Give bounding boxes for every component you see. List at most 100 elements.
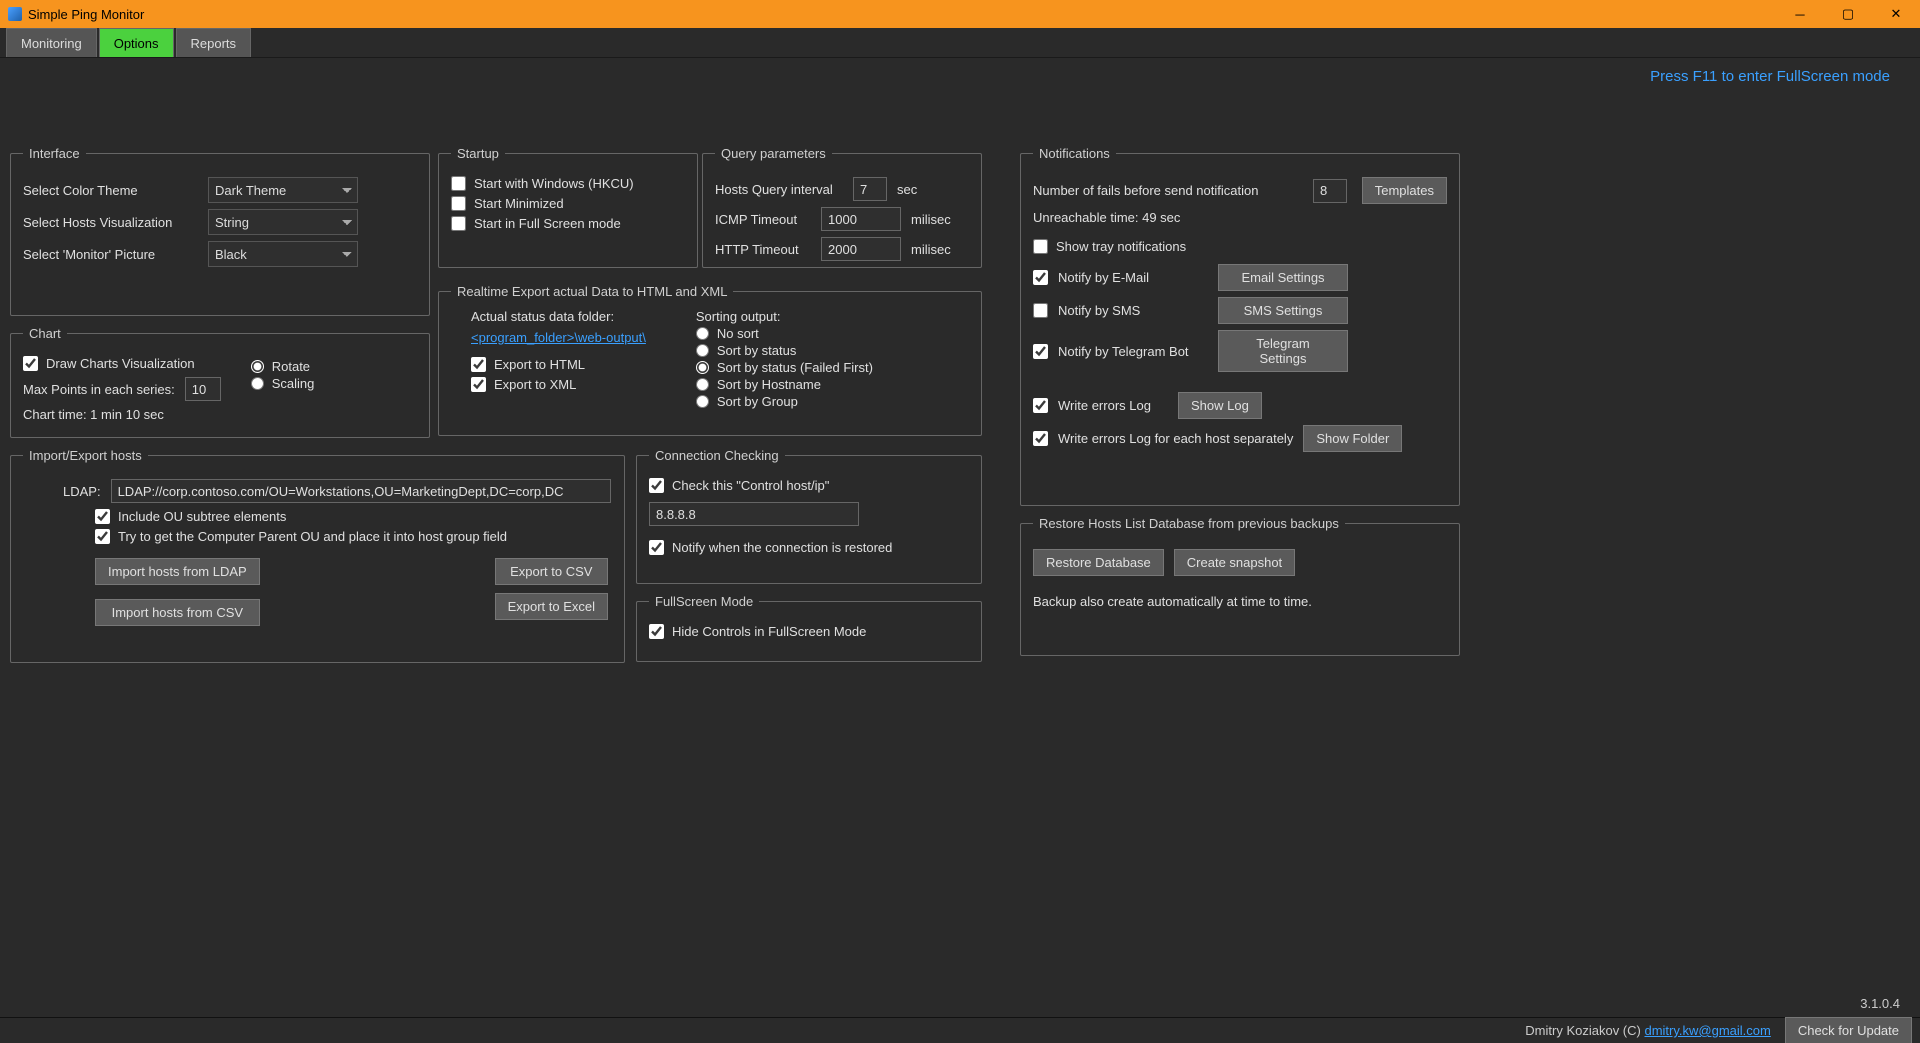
query-interval-input[interactable] <box>853 177 887 201</box>
fails-input[interactable] <box>1313 179 1347 203</box>
templates-button[interactable]: Templates <box>1362 177 1447 204</box>
telegram-label: Notify by Telegram Bot <box>1058 344 1208 359</box>
start-minimized-checkbox[interactable] <box>451 196 466 211</box>
minimize-button[interactable]: ─ <box>1780 3 1820 25</box>
export-html-checkbox[interactable] <box>471 357 486 372</box>
telegram-checkbox[interactable] <box>1033 344 1048 359</box>
start-minimized-label: Start Minimized <box>474 196 564 211</box>
import-ldap-button[interactable]: Import hosts from LDAP <box>95 558 260 585</box>
export-html-label: Export to HTML <box>494 357 585 372</box>
start-fullscreen-checkbox[interactable] <box>451 216 466 231</box>
export-excel-button[interactable]: Export to Excel <box>495 593 608 620</box>
sort-group-radio[interactable] <box>696 395 709 408</box>
maxpoints-label: Max Points in each series: <box>23 382 175 397</box>
create-snapshot-button[interactable]: Create snapshot <box>1174 549 1295 576</box>
start-windows-label: Start with Windows (HKCU) <box>474 176 634 191</box>
log-checkbox[interactable] <box>1033 398 1048 413</box>
realtime-legend: Realtime Export actual Data to HTML and … <box>451 284 733 299</box>
close-button[interactable]: ✕ <box>1876 3 1916 25</box>
query-interval-label: Hosts Query interval <box>715 182 843 197</box>
show-log-button[interactable]: Show Log <box>1178 392 1262 419</box>
log-label: Write errors Log <box>1058 398 1168 413</box>
hosts-visualization-select[interactable]: String <box>208 209 358 235</box>
icmp-unit: milisec <box>911 212 951 227</box>
startup-group: Startup Start with Windows (HKCU) Start … <box>438 146 698 268</box>
color-theme-select[interactable]: Dark Theme <box>208 177 358 203</box>
maximize-button[interactable]: ▢ <box>1828 3 1868 25</box>
hide-controls-checkbox[interactable] <box>649 624 664 639</box>
tab-options[interactable]: Options <box>99 28 174 57</box>
query-params-group: Query parameters Hosts Query interval sec… <box>702 146 982 268</box>
import-export-group: Import/Export hosts LDAP: Include OU sub… <box>10 448 625 663</box>
chart-legend: Chart <box>23 326 67 341</box>
actual-folder-label: Actual status data folder: <box>471 309 646 324</box>
try-parent-checkbox[interactable] <box>95 529 110 544</box>
rotate-radio[interactable] <box>251 360 264 373</box>
unreachable-label: Unreachable time: 49 sec <box>1033 210 1447 225</box>
start-windows-checkbox[interactable] <box>451 176 466 191</box>
sms-label: Notify by SMS <box>1058 303 1208 318</box>
chart-time-label: Chart time: 1 min 10 sec <box>23 407 221 422</box>
sort-failed-radio[interactable] <box>696 361 709 374</box>
notify-restore-checkbox[interactable] <box>649 540 664 555</box>
interface-legend: Interface <box>23 146 86 161</box>
sort-status-radio[interactable] <box>696 344 709 357</box>
import-csv-button[interactable]: Import hosts from CSV <box>95 599 260 626</box>
sms-checkbox[interactable] <box>1033 303 1048 318</box>
export-xml-checkbox[interactable] <box>471 377 486 392</box>
scaling-radio[interactable] <box>251 377 264 390</box>
fullscreen-legend: FullScreen Mode <box>649 594 759 609</box>
control-host-input[interactable] <box>649 502 859 526</box>
check-update-button[interactable]: Check for Update <box>1785 1017 1912 1043</box>
email-settings-button[interactable]: Email Settings <box>1218 264 1348 291</box>
sorting-label: Sorting output: <box>696 309 873 324</box>
http-input[interactable] <box>821 237 901 261</box>
author-email-link[interactable]: dmitry.kw@gmail.com <box>1644 1023 1770 1038</box>
email-label: Notify by E-Mail <box>1058 270 1208 285</box>
restore-database-button[interactable]: Restore Database <box>1033 549 1164 576</box>
http-unit: milisec <box>911 242 951 257</box>
email-checkbox[interactable] <box>1033 270 1048 285</box>
ldap-input[interactable] <box>111 479 611 503</box>
export-xml-label: Export to XML <box>494 377 576 392</box>
icmp-label: ICMP Timeout <box>715 212 811 227</box>
actual-folder-link[interactable]: <program_folder>\web-output\ <box>471 330 646 345</box>
query-interval-unit: sec <box>897 182 917 197</box>
tab-monitoring[interactable]: Monitoring <box>6 28 97 57</box>
startup-legend: Startup <box>451 146 505 161</box>
try-parent-label: Try to get the Computer Parent OU and pl… <box>118 529 507 544</box>
tray-checkbox[interactable] <box>1033 239 1048 254</box>
hide-controls-label: Hide Controls in FullScreen Mode <box>672 624 866 639</box>
notif-legend: Notifications <box>1033 146 1116 161</box>
restore-legend: Restore Hosts List Database from previou… <box>1033 516 1345 531</box>
export-csv-button[interactable]: Export to CSV <box>495 558 608 585</box>
titlebar: Simple Ping Monitor ─ ▢ ✕ <box>0 0 1920 28</box>
sort-hostname-radio[interactable] <box>696 378 709 391</box>
http-label: HTTP Timeout <box>715 242 811 257</box>
realtime-export-group: Realtime Export actual Data to HTML and … <box>438 284 982 436</box>
start-fullscreen-label: Start in Full Screen mode <box>474 216 621 231</box>
tray-label: Show tray notifications <box>1056 239 1186 254</box>
notify-restore-label: Notify when the connection is restored <box>672 540 892 555</box>
restore-db-group: Restore Hosts List Database from previou… <box>1020 516 1460 656</box>
fullscreen-mode-group: FullScreen Mode Hide Controls in FullScr… <box>636 594 982 662</box>
telegram-settings-button[interactable]: Telegram Settings <box>1218 330 1348 372</box>
maxpoints-input[interactable] <box>185 377 221 401</box>
show-folder-button[interactable]: Show Folder <box>1303 425 1402 452</box>
log-each-checkbox[interactable] <box>1033 431 1048 446</box>
sort-none-radio[interactable] <box>696 327 709 340</box>
sms-settings-button[interactable]: SMS Settings <box>1218 297 1348 324</box>
connection-checking-group: Connection Checking Check this "Control … <box>636 448 982 584</box>
rotate-label: Rotate <box>272 359 310 374</box>
check-host-checkbox[interactable] <box>649 478 664 493</box>
tab-reports[interactable]: Reports <box>176 28 252 57</box>
monitor-picture-select[interactable]: Black <box>208 241 358 267</box>
author-label: Dmitry Koziakov (C) <box>1525 1023 1644 1038</box>
query-legend: Query parameters <box>715 146 832 161</box>
log-each-label: Write errors Log for each host separatel… <box>1058 431 1293 446</box>
interface-group: Interface Select Color Theme Dark Theme … <box>10 146 430 316</box>
include-ou-checkbox[interactable] <box>95 509 110 524</box>
icmp-input[interactable] <box>821 207 901 231</box>
draw-charts-checkbox[interactable] <box>23 356 38 371</box>
backup-note: Backup also create automatically at time… <box>1033 594 1447 609</box>
